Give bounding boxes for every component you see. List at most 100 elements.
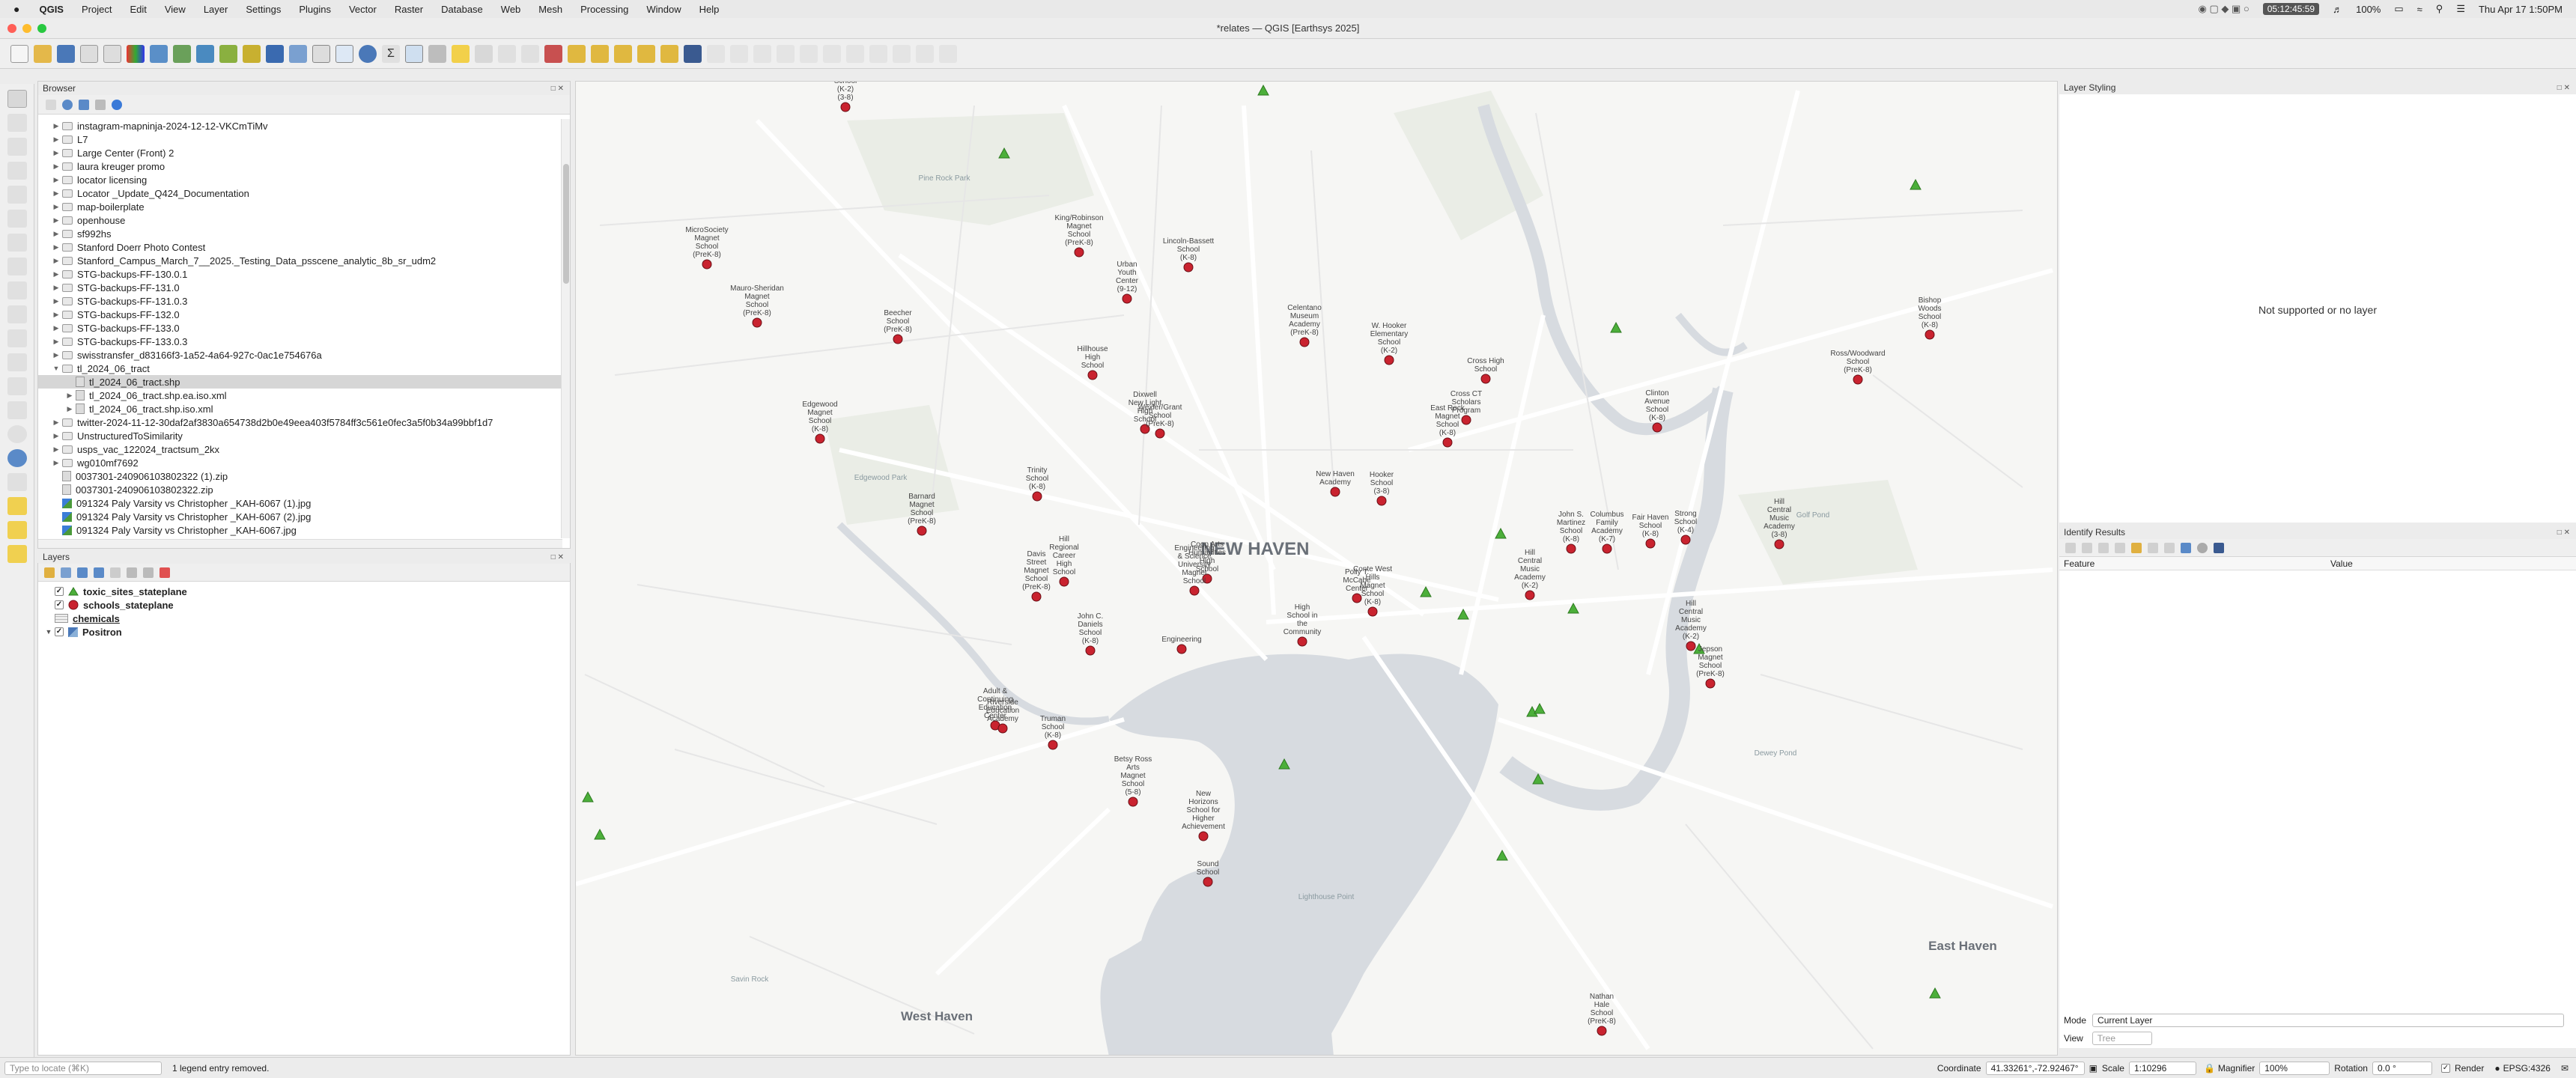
school-marker[interactable] xyxy=(1652,422,1662,433)
expand-new-icon[interactable] xyxy=(2098,542,2109,553)
browser-item[interactable]: ▶ instagram-mapninja-2024-12-12-VKCmTiMv xyxy=(38,119,562,133)
school-marker[interactable] xyxy=(1705,678,1716,689)
collapse-tree-icon[interactable] xyxy=(2082,542,2092,553)
browser-item[interactable]: ▶ L7 xyxy=(38,133,562,146)
print-results-icon[interactable] xyxy=(2164,542,2175,553)
delete-selected-icon[interactable] xyxy=(823,44,841,63)
collapsed-arrow-icon[interactable]: ▶ xyxy=(50,459,62,467)
select-by-area-icon[interactable] xyxy=(7,497,27,515)
browser-item[interactable]: 091324 Paly Varsity vs Christopher _KAH-… xyxy=(38,523,562,537)
school-marker[interactable] xyxy=(1774,539,1784,549)
school-marker[interactable] xyxy=(1853,374,1863,385)
copy-feature-icon[interactable] xyxy=(2148,542,2158,553)
browser-scroll-thumb[interactable] xyxy=(563,164,569,284)
school-marker[interactable] xyxy=(997,723,1008,734)
browser-item[interactable]: ▶ sf992hs xyxy=(38,227,562,240)
extents-toggle-icon[interactable]: ▣ xyxy=(2089,1063,2097,1074)
browser-item[interactable]: 091324 Paly Varsity vs Christopher _KAH-… xyxy=(38,496,562,510)
school-marker[interactable] xyxy=(752,317,762,328)
school-marker[interactable] xyxy=(1155,428,1165,439)
school-marker[interactable] xyxy=(1299,337,1310,347)
browser-item[interactable]: 091324 Paly Varsity vs Christopher _KAH-… xyxy=(38,510,562,523)
school-marker[interactable] xyxy=(1048,740,1058,750)
school-marker[interactable] xyxy=(1925,329,1935,340)
school-marker[interactable] xyxy=(1189,585,1200,596)
paste-features-icon[interactable] xyxy=(893,44,911,63)
collapsed-arrow-icon[interactable]: ▶ xyxy=(50,135,62,144)
digitize-point-icon[interactable] xyxy=(730,44,748,63)
zoom-in-icon[interactable] xyxy=(7,138,27,156)
measure-line-icon[interactable] xyxy=(428,44,446,63)
menu-web[interactable]: Web xyxy=(492,4,530,15)
zoom-to-layer-icon[interactable] xyxy=(7,234,27,252)
school-marker[interactable] xyxy=(1198,831,1209,841)
properties-info-icon[interactable] xyxy=(112,99,122,110)
browser-item[interactable]: 0037301-240906103802322.zip xyxy=(38,483,562,496)
manage-map-themes-icon[interactable] xyxy=(77,567,88,578)
label-move-icon[interactable] xyxy=(591,44,609,63)
browser-item[interactable]: ▶ openhouse xyxy=(38,213,562,227)
open-table-icon[interactable] xyxy=(405,44,423,63)
school-marker[interactable] xyxy=(1566,543,1576,554)
crs-button[interactable]: EPSG:4326 xyxy=(2503,1063,2551,1074)
school-marker[interactable] xyxy=(840,102,851,112)
magnifier-spinbox[interactable]: 100% xyxy=(2259,1061,2330,1075)
column-value[interactable]: Value xyxy=(2326,558,2353,569)
school-marker[interactable] xyxy=(1128,797,1138,807)
browser-item[interactable]: ▶ tl_2024_06_tract.shp.ea.iso.xml xyxy=(38,389,562,402)
layer-row-schools[interactable]: ✓ schools_stateplane xyxy=(43,598,570,612)
menu-processing[interactable]: Processing xyxy=(571,4,637,15)
add-group-icon[interactable] xyxy=(61,567,71,578)
menu-view[interactable]: View xyxy=(156,4,195,15)
school-marker[interactable] xyxy=(815,433,825,444)
identify-results-close-icon[interactable]: □ ✕ xyxy=(2557,529,2570,537)
cut-features-icon[interactable] xyxy=(846,44,864,63)
zoom-native-icon[interactable] xyxy=(7,258,27,275)
menu-layer[interactable]: Layer xyxy=(195,4,237,15)
browser-item[interactable]: ▶ Stanford_Campus_March_7__2025._Testing_… xyxy=(38,254,562,267)
select-feature-icon[interactable] xyxy=(452,44,470,63)
layer-visibility-checkbox[interactable]: ✓ xyxy=(55,600,64,609)
map-canvas[interactable]: NEW HAVEN East Haven West Haven Pine Rock P… xyxy=(575,81,2058,1056)
browser-item[interactable]: ▶ wg010mf7692 xyxy=(38,456,562,469)
school-marker[interactable] xyxy=(1645,538,1656,549)
zoom-next-icon[interactable] xyxy=(7,305,27,323)
menu-help[interactable]: Help xyxy=(690,4,729,15)
coordinate-field[interactable]: 41.33261°,-72.92467° xyxy=(1985,1061,2085,1075)
school-marker[interactable] xyxy=(1059,576,1069,587)
processing-toolbox-icon[interactable] xyxy=(359,44,377,63)
browser-item[interactable]: ▶ STG-backups-FF-132.0 xyxy=(38,308,562,321)
menu-database[interactable]: Database xyxy=(432,4,492,15)
column-feature[interactable]: Feature xyxy=(2059,558,2326,569)
school-marker[interactable] xyxy=(1122,293,1132,304)
school-marker[interactable] xyxy=(1203,877,1213,887)
status-icons[interactable]: ◉ ▢ ◆ ▣ ○ xyxy=(2198,3,2249,15)
open-layer-styling-icon[interactable] xyxy=(44,567,55,578)
collapsed-arrow-icon[interactable]: ▶ xyxy=(50,243,62,252)
school-marker[interactable] xyxy=(1330,487,1340,497)
collapsed-arrow-icon[interactable]: ▶ xyxy=(50,176,62,184)
pan-to-selection-icon[interactable] xyxy=(7,114,27,132)
settings-icon[interactable] xyxy=(2197,542,2208,553)
collapsed-arrow-icon[interactable]: ▶ xyxy=(50,230,62,238)
collapsed-arrow-icon[interactable]: ▶ xyxy=(50,216,62,225)
browser-item[interactable]: ▶ Large Center (Front) 2 xyxy=(38,146,562,159)
rotation-spinbox[interactable]: 0.0 ° xyxy=(2372,1061,2432,1075)
vertex-tool-icon[interactable] xyxy=(800,44,818,63)
deselect-icon[interactable] xyxy=(475,44,493,63)
school-marker[interactable] xyxy=(1032,491,1042,502)
locator-search-input[interactable]: Type to locate (⌘K) xyxy=(4,1061,162,1075)
browser-item[interactable]: ▶ STG-backups-FF-133.0.3 xyxy=(38,335,562,348)
lock-scale-icon[interactable]: 🔒 xyxy=(2204,1063,2215,1074)
apple-menu-icon[interactable]: ● xyxy=(0,3,30,15)
school-marker[interactable] xyxy=(1602,543,1612,554)
school-marker[interactable] xyxy=(1442,437,1453,448)
menu-edit[interactable]: Edit xyxy=(121,4,155,15)
attribute-table-icon[interactable] xyxy=(312,44,330,63)
remove-layer-icon[interactable] xyxy=(160,567,170,578)
expand-arrow-icon[interactable]: ▼ xyxy=(43,628,55,636)
school-marker[interactable] xyxy=(1597,1026,1607,1036)
school-marker[interactable] xyxy=(1376,496,1387,506)
view-select[interactable]: Tree xyxy=(2092,1032,2152,1045)
clear-results-icon[interactable] xyxy=(2115,542,2125,553)
